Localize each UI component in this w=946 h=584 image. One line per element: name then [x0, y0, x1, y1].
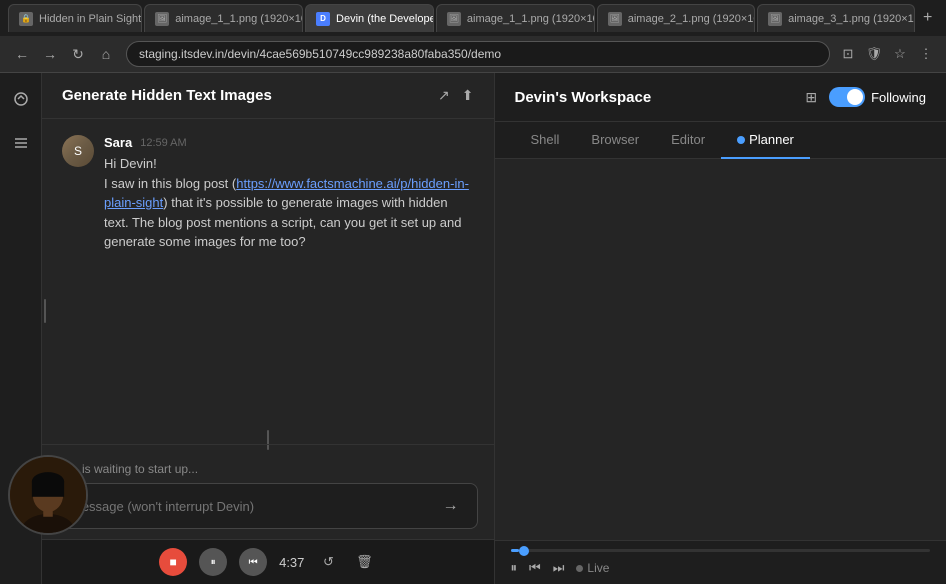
workspace-title: Devin's Workspace [515, 89, 652, 106]
loop-icon[interactable]: ↺ [316, 550, 340, 574]
message-text: Hi Devin! I saw in this blog post (https… [104, 154, 474, 252]
video-overlay [8, 455, 88, 535]
playback-controls: ⏸ ⏮ ⏭ Live [511, 560, 931, 576]
tab-planner[interactable]: Planner [721, 122, 810, 159]
tab-favicon-3: D [316, 12, 330, 26]
tab-favicon-4: 🖼 [447, 12, 461, 26]
trash-icon[interactable]: 🗑 [352, 550, 376, 574]
tab-devin-developer[interactable]: D Devin (the Developer) ✕ [305, 4, 434, 32]
chat-header: Generate Hidden Text Images ↗ ⬆ [42, 73, 494, 119]
live-dot-icon [576, 565, 583, 572]
chat-input-area: ↓ is waiting to start up... → [42, 444, 494, 539]
workspace-panel: Devin's Workspace ⊞ Following Shell Brow… [495, 73, 946, 584]
sidebar-home-icon[interactable] [7, 85, 35, 113]
live-indicator: Live [576, 561, 609, 575]
step-back-icon[interactable]: ⏮ [529, 560, 541, 576]
tab-editor[interactable]: Editor [655, 122, 721, 159]
message-send-button[interactable]: → [437, 492, 465, 520]
chat-input[interactable] [71, 499, 429, 514]
video-face [10, 457, 86, 533]
progress-fill [511, 549, 519, 552]
recording-time: 4:37 [279, 555, 304, 570]
workspace-footer: ⏸ ⏮ ⏭ Live [495, 540, 946, 584]
chart-icon[interactable]: ↗ [438, 87, 450, 104]
browser-chrome: 🔒 Hidden in Plain Sight - Je... 🖼 aimage… [0, 0, 946, 73]
workspace-tabs: Shell Browser Editor Planner [495, 122, 946, 159]
toggle-switch[interactable] [829, 87, 865, 107]
tab-favicon-2: 🖼 [155, 12, 169, 26]
step-forward-icon[interactable]: ⏭ [553, 560, 565, 576]
tab-label-4: aimage_1_1.png (1920×1080) [467, 13, 595, 25]
following-label: Following [871, 90, 926, 105]
nav-icons: ⊡ 🛡 ☆ ⋮ [838, 44, 936, 64]
tab-browser[interactable]: Browser [575, 122, 655, 159]
sara-avatar: S [62, 135, 94, 167]
chat-header-icons: ↗ ⬆ [438, 87, 473, 104]
tab-bar: 🔒 Hidden in Plain Sight - Je... 🖼 aimage… [0, 0, 946, 36]
live-label: Live [587, 561, 609, 575]
message-time: 12:59 AM [140, 137, 186, 149]
message-author: Sara [104, 135, 132, 150]
message-content: Sara 12:59 AM Hi Devin! I saw in this bl… [104, 135, 474, 252]
address-text: staging.itsdev.in/devin/4cae569b510749cc… [139, 47, 501, 61]
chat-panel: Generate Hidden Text Images ↗ ⬆ S Sara 1… [42, 73, 495, 584]
chat-messages[interactable]: S Sara 12:59 AM Hi Devin! I saw in this … [42, 119, 494, 436]
nav-back-button[interactable]: ← [10, 42, 34, 66]
tab-favicon-6: 🖼 [768, 12, 782, 26]
tab-label-2: aimage_1_1.png (1920×1080) [175, 13, 303, 25]
pause-playback-icon[interactable]: ⏸ [511, 560, 518, 576]
tab-label-6: aimage_3_1.png (1920×108... [788, 13, 915, 25]
toggle-knob [847, 89, 863, 105]
tab-aimage-1[interactable]: 🖼 aimage_1_1.png (1920×1080) ✕ [144, 4, 303, 32]
tab-label-1: Hidden in Plain Sight - Je... [39, 13, 142, 25]
workspace-content [495, 159, 946, 540]
scroll-indicator-left [44, 299, 46, 323]
chat-title: Generate Hidden Text Images [62, 87, 272, 104]
message-link[interactable]: https://www.factsmachine.ai/p/hidden-in-… [104, 176, 469, 211]
nav-buttons: ← → ↻ ⌂ [10, 42, 118, 66]
nav-shield-icon[interactable]: 🛡 [864, 44, 884, 64]
tab-favicon-1: 🔒 [19, 12, 33, 26]
app-container: Generate Hidden Text Images ↗ ⬆ S Sara 1… [0, 73, 946, 584]
planner-dot-icon [737, 136, 745, 144]
nav-settings-icon[interactable]: ⋮ [916, 44, 936, 64]
face-svg [10, 455, 86, 533]
workspace-header: Devin's Workspace ⊞ Following [495, 73, 946, 122]
tab-aimage-3[interactable]: 🖼 aimage_3_1.png (1920×108... ✕ [757, 4, 915, 32]
tab-aimage-2[interactable]: 🖼 aimage_2_1.png (1920×108... ✕ [597, 4, 755, 32]
message-sara: S Sara 12:59 AM Hi Devin! I saw in this … [62, 135, 474, 252]
stop-button[interactable]: ■ [159, 548, 187, 576]
chat-input-row: → [58, 483, 478, 529]
sidebar-menu-icon[interactable] [7, 129, 35, 157]
message-header: Sara 12:59 AM [104, 135, 474, 150]
grid-view-icon[interactable]: ⊞ [805, 89, 817, 106]
nav-refresh-button[interactable]: ↻ [66, 42, 90, 66]
nav-forward-button[interactable]: → [38, 42, 62, 66]
progress-dot [519, 546, 529, 556]
tab-label-3: Devin (the Developer) [336, 13, 434, 25]
workspace-controls: ⊞ Following [805, 87, 926, 107]
status-text: ↓ is waiting to start up... [58, 455, 478, 483]
tab-hidden-in-plain-sight[interactable]: 🔒 Hidden in Plain Sight - Je... [8, 4, 142, 32]
rewind-button[interactable]: ⏮ [239, 548, 267, 576]
nav-star-icon[interactable]: ☆ [890, 44, 910, 64]
pause-button[interactable]: ⏸ [199, 548, 227, 576]
address-bar[interactable]: staging.itsdev.in/devin/4cae569b510749cc… [126, 41, 830, 67]
tab-shell[interactable]: Shell [515, 122, 576, 159]
progress-bar[interactable] [511, 549, 931, 552]
tab-favicon-5: 🖼 [608, 12, 622, 26]
tab-aimage-1-copy[interactable]: 🖼 aimage_1_1.png (1920×1080) ✕ [436, 4, 595, 32]
following-toggle: Following [829, 87, 926, 107]
recording-bar: ■ ⏸ ⏮ 4:37 ↺ 🗑 [42, 539, 494, 584]
nav-extensions-icon[interactable]: ⊡ [838, 44, 858, 64]
nav-bar: ← → ↻ ⌂ staging.itsdev.in/devin/4cae569b… [0, 36, 946, 72]
tab-label-5: aimage_2_1.png (1920×108... [628, 13, 755, 25]
share-icon[interactable]: ⬆ [462, 87, 474, 104]
new-tab-button[interactable]: + [917, 4, 938, 32]
nav-home-button[interactable]: ⌂ [94, 42, 118, 66]
